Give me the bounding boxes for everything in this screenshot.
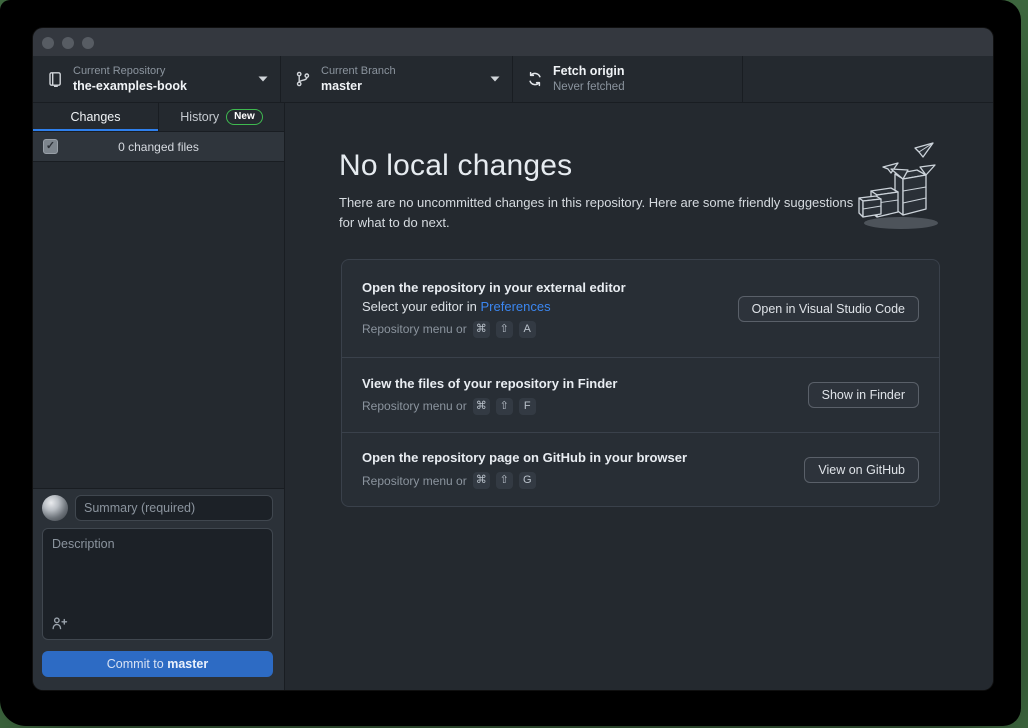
suggestion-view-github: Open the repository page on GitHub in yo… xyxy=(342,432,939,506)
repository-labels: Current Repository the-examples-book xyxy=(73,64,248,95)
current-repository-dropdown[interactable]: Current Repository the-examples-book xyxy=(33,56,281,102)
shift-key: ⇧ xyxy=(496,472,513,489)
cmd-key: ⌘ xyxy=(473,472,490,489)
description-input[interactable] xyxy=(43,529,272,639)
changed-files-count: 0 changed files xyxy=(118,140,199,154)
changes-file-list xyxy=(33,162,284,488)
screen-frame: Current Repository the-examples-book xyxy=(0,0,1021,726)
suggestion-show-finder: View the files of your repository in Fin… xyxy=(342,357,939,432)
close-button[interactable] xyxy=(42,37,54,49)
toolbar-empty-space xyxy=(743,56,993,102)
add-co-authors-button[interactable] xyxy=(51,615,68,632)
shortcut-label: Repository menu or xyxy=(362,399,467,413)
shift-key: ⇧ xyxy=(496,321,513,338)
chevron-down-icon xyxy=(258,76,268,82)
changed-files-header[interactable]: ✓ 0 changed files xyxy=(33,132,284,162)
commit-button-prefix: Commit to xyxy=(107,657,167,671)
branch-label: Current Branch xyxy=(321,64,480,78)
minimize-button[interactable] xyxy=(62,37,74,49)
select-all-checkbox[interactable]: ✓ xyxy=(43,139,58,154)
sidebar-tabs: Changes History New xyxy=(33,103,284,132)
shortcut-label: Repository menu or xyxy=(362,474,467,488)
shift-key: ⇧ xyxy=(496,398,513,415)
chevron-down-icon xyxy=(490,76,500,82)
titlebar[interactable] xyxy=(33,28,993,56)
letter-key: G xyxy=(519,472,536,489)
description-box xyxy=(42,528,273,640)
suggestion-text: Open the repository page on GitHub in yo… xyxy=(362,450,804,489)
repository-name: the-examples-book xyxy=(73,78,248,94)
commit-button-branch: master xyxy=(167,657,208,671)
summary-input[interactable] xyxy=(75,495,273,521)
branch-labels: Current Branch master xyxy=(321,64,480,95)
shortcut-label: Repository menu or xyxy=(362,322,467,336)
suggestion-title: View the files of your repository in Fin… xyxy=(362,376,808,391)
sidebar: Changes History New ✓ 0 changed files xyxy=(33,103,285,690)
suggestion-title: Open the repository page on GitHub in yo… xyxy=(362,450,804,465)
repository-label: Current Repository xyxy=(73,64,248,78)
suggestion-shortcut: Repository menu or ⌘ ⇧ G xyxy=(362,472,804,489)
fetch-subtitle: Never fetched xyxy=(553,80,730,95)
commit-button[interactable]: Commit to master xyxy=(42,651,273,677)
subtitle-prefix: Select your editor in xyxy=(362,299,481,314)
open-in-vscode-button[interactable]: Open in Visual Studio Code xyxy=(738,296,919,322)
summary-row xyxy=(42,495,273,521)
branch-name: master xyxy=(321,78,480,94)
main-panel: No local changes There are no uncommitte… xyxy=(285,103,993,690)
letter-key: F xyxy=(519,398,536,415)
tab-history[interactable]: History New xyxy=(158,103,284,131)
desktop-background: Current Repository the-examples-book xyxy=(0,0,1028,728)
suggestion-subtitle: Select your editor in Preferences xyxy=(362,299,738,314)
tab-history-label: History xyxy=(180,110,219,124)
repo-icon xyxy=(47,71,63,87)
content: Changes History New ✓ 0 changed files xyxy=(33,103,993,690)
fetch-origin-button[interactable]: Fetch origin Never fetched xyxy=(513,56,743,102)
new-badge: New xyxy=(226,109,263,125)
suggestion-text: Open the repository in your external edi… xyxy=(362,280,738,338)
suggestion-shortcut: Repository menu or ⌘ ⇧ A xyxy=(362,321,738,338)
show-in-finder-button[interactable]: Show in Finder xyxy=(808,382,919,408)
shipped-boxes-illustration xyxy=(849,141,943,233)
fetch-title: Fetch origin xyxy=(553,63,730,79)
page-subtitle: There are no uncommitted changes in this… xyxy=(339,193,857,233)
tab-changes[interactable]: Changes xyxy=(33,103,158,131)
preferences-link[interactable]: Preferences xyxy=(481,299,551,314)
github-desktop-window: Current Repository the-examples-book xyxy=(33,28,993,690)
tab-changes-label: Changes xyxy=(70,110,120,124)
avatar xyxy=(42,495,68,521)
suggestion-title: Open the repository in your external edi… xyxy=(362,280,738,295)
suggestion-open-editor: Open the repository in your external edi… xyxy=(342,260,939,357)
view-on-github-button[interactable]: View on GitHub xyxy=(804,457,919,483)
cmd-key: ⌘ xyxy=(473,398,490,415)
suggestion-text: View the files of your repository in Fin… xyxy=(362,376,808,415)
sync-icon xyxy=(527,71,543,87)
letter-key: A xyxy=(519,321,536,338)
commit-form: Commit to master xyxy=(33,488,284,690)
toolbar: Current Repository the-examples-book xyxy=(33,56,993,103)
git-branch-icon xyxy=(295,71,311,87)
suggestion-shortcut: Repository menu or ⌘ ⇧ F xyxy=(362,398,808,415)
cmd-key: ⌘ xyxy=(473,321,490,338)
suggestions-card: Open the repository in your external edi… xyxy=(341,259,940,507)
fetch-labels: Fetch origin Never fetched xyxy=(553,63,730,94)
current-branch-dropdown[interactable]: Current Branch master xyxy=(281,56,513,102)
zoom-button[interactable] xyxy=(82,37,94,49)
